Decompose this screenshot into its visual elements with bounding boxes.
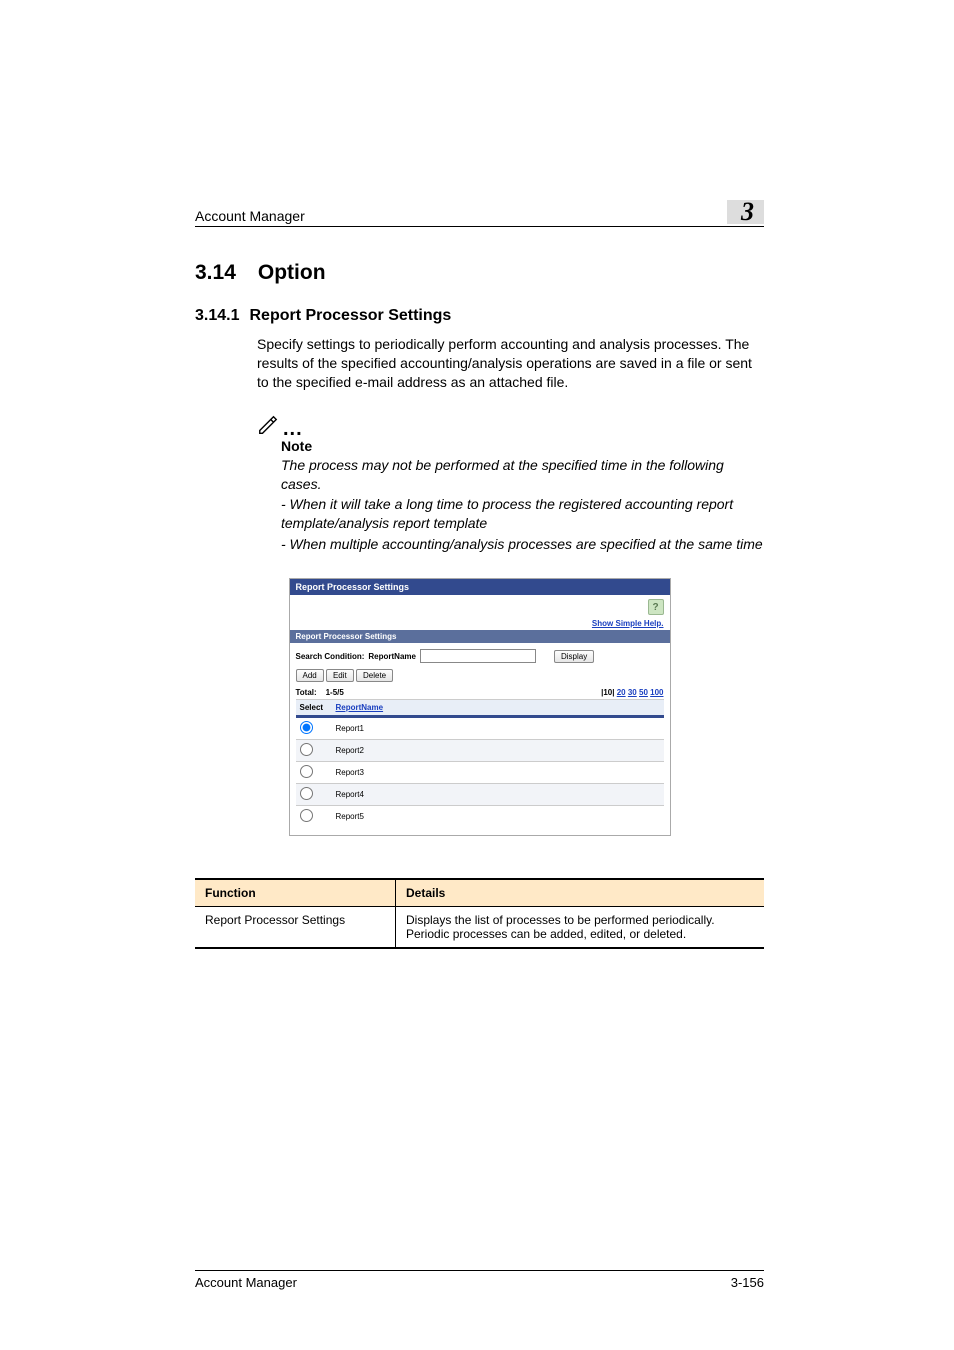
search-field-label: ReportName: [368, 652, 416, 661]
search-condition-row: Search Condition: ReportName Display: [290, 643, 670, 669]
pager-50[interactable]: 50: [639, 688, 648, 697]
report-name-input[interactable]: [420, 649, 536, 663]
row-reportname: Report1: [332, 717, 664, 740]
row-reportname: Report2: [332, 740, 664, 762]
report-list-table: Select ReportName Report1 Report2 Report…: [296, 699, 664, 827]
report-processor-screenshot: Report Processor Settings ? Show Simple …: [289, 578, 671, 836]
running-header: Account Manager 3: [195, 200, 764, 227]
chapter-number-tab: 3: [727, 200, 764, 224]
func-table-cell-details: Displays the list of processes to be per…: [396, 907, 765, 949]
section-heading: 3.14 Option: [195, 261, 764, 285]
help-icon[interactable]: ?: [648, 599, 664, 615]
note-pen-icon: [257, 414, 279, 436]
total-value: 1-5/5: [326, 688, 344, 697]
table-row: Report1: [296, 717, 664, 740]
section-title: Option: [258, 261, 326, 285]
display-button[interactable]: Display: [554, 650, 594, 663]
row-radio[interactable]: [300, 721, 313, 734]
row-reportname: Report5: [332, 806, 664, 828]
page-size-pager: |10| 20 30 50 100: [601, 688, 663, 697]
subsection-title: Report Processor Settings: [249, 307, 451, 325]
column-header-reportname[interactable]: ReportName: [332, 700, 664, 717]
row-reportname: Report3: [332, 762, 664, 784]
subsection-heading: 3.14.1 Report Processor Settings: [195, 307, 764, 325]
footer-right: 3-156: [731, 1275, 764, 1290]
pager-10: 10: [603, 688, 612, 697]
note-paragraph-2: - When it will take a long time to proce…: [281, 495, 764, 533]
row-radio[interactable]: [300, 765, 313, 778]
table-row: Report5: [296, 806, 664, 828]
screenshot-subtitle-bar: Report Processor Settings: [290, 630, 670, 643]
note-block: ... Note The process may not be performe…: [257, 414, 764, 554]
note-ellipsis-icon: ...: [283, 422, 303, 436]
row-radio[interactable]: [300, 809, 313, 822]
table-row: Report2: [296, 740, 664, 762]
show-simple-help-link[interactable]: Show Simple Help.: [592, 619, 664, 628]
table-row: Report3: [296, 762, 664, 784]
footer-left: Account Manager: [195, 1275, 297, 1290]
section-number: 3.14: [195, 261, 236, 285]
total-label: Total:: [296, 688, 317, 697]
edit-button[interactable]: Edit: [326, 669, 354, 682]
note-paragraph-3: - When multiple accounting/analysis proc…: [281, 535, 764, 554]
pager-30[interactable]: 30: [628, 688, 637, 697]
screenshot-title-bar: Report Processor Settings: [290, 579, 670, 595]
table-row: Report4: [296, 784, 664, 806]
delete-button[interactable]: Delete: [356, 669, 393, 682]
row-radio[interactable]: [300, 743, 313, 756]
header-section-title: Account Manager: [195, 208, 305, 224]
page-footer: Account Manager 3-156: [195, 1270, 764, 1290]
note-label: Note: [281, 438, 764, 454]
column-header-select: Select: [296, 700, 332, 717]
function-details-table: Function Details Report Processor Settin…: [195, 878, 764, 949]
search-condition-label: Search Condition:: [296, 652, 365, 661]
pager-100[interactable]: 100: [650, 688, 663, 697]
subsection-number: 3.14.1: [195, 307, 239, 325]
row-radio[interactable]: [300, 787, 313, 800]
row-reportname: Report4: [332, 784, 664, 806]
note-paragraph-1: The process may not be performed at the …: [281, 456, 764, 494]
func-table-header-details: Details: [396, 879, 765, 907]
body-paragraph: Specify settings to periodically perform…: [257, 335, 764, 392]
add-button[interactable]: Add: [296, 669, 324, 682]
func-table-cell-function: Report Processor Settings: [195, 907, 396, 949]
pager-20[interactable]: 20: [617, 688, 626, 697]
func-table-header-function: Function: [195, 879, 396, 907]
